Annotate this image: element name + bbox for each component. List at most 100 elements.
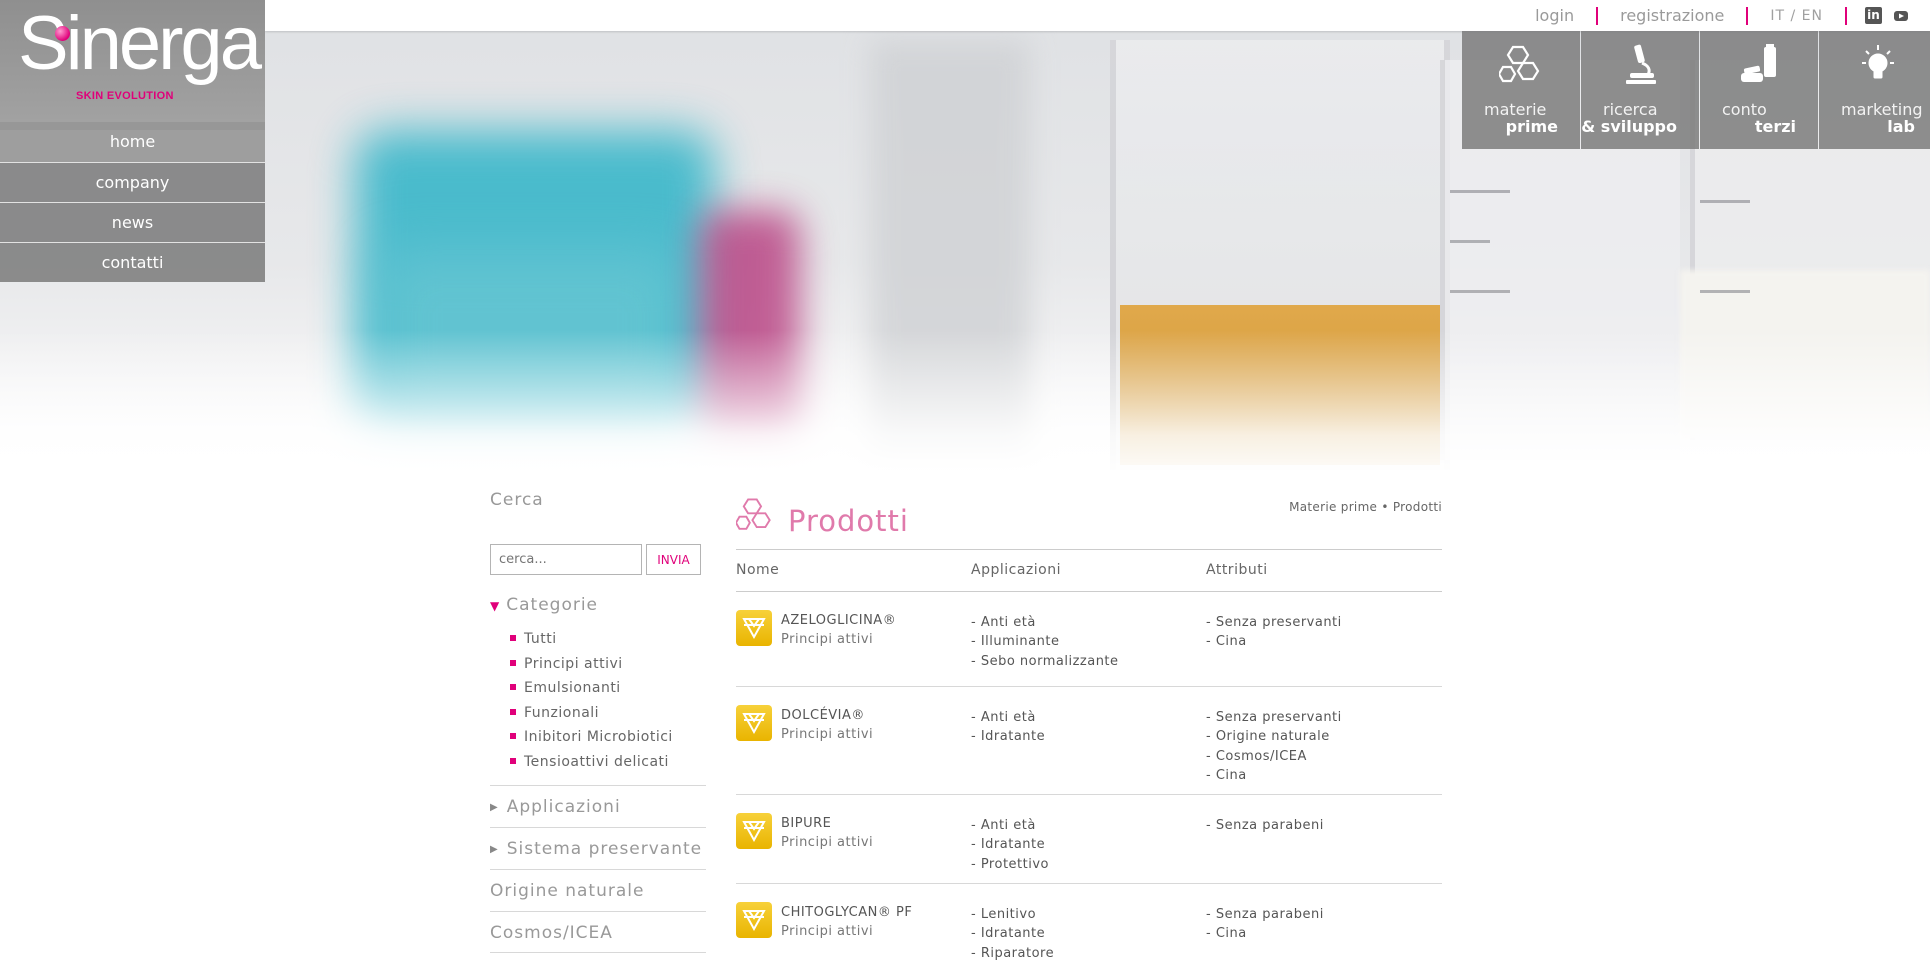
product-attributes: - Senza parabeni — [1206, 816, 1324, 835]
table-row[interactable]: BIPURE Principi attivi - Anti età - Idra… — [736, 795, 1442, 884]
logo-dot — [55, 26, 70, 41]
category-item[interactable]: Tensioattivi delicati — [510, 754, 673, 779]
section-ricerca-sviluppo[interactable]: ricerca & sviluppo — [1581, 31, 1699, 149]
table-row[interactable]: DOLCÉVIA® Principi attivi - Anti età - I… — [736, 687, 1442, 795]
product-applications: - Lenitivo - Idratante - Riparatore — [971, 905, 1054, 960]
product-category: Principi attivi — [781, 835, 874, 850]
product-category: Principi attivi — [781, 924, 874, 939]
product-name[interactable]: CHITOGLYCAN® PF — [781, 905, 912, 920]
category-label: Inibitori Microbiotici — [524, 729, 673, 745]
bullet-icon — [510, 708, 516, 715]
nav-home[interactable]: home — [0, 122, 265, 162]
section-materie-prime[interactable]: materie prime — [1462, 31, 1580, 149]
page-title: Prodotti — [736, 492, 909, 538]
product-applications: - Anti età - Illuminante - Sebo normaliz… — [971, 613, 1119, 671]
product-name[interactable]: DOLCÉVIA® — [781, 708, 865, 723]
login-link[interactable]: login — [1513, 6, 1596, 25]
section-label-2: lab — [1887, 117, 1915, 136]
product-applications: - Anti età - Idratante - Protettivo — [971, 816, 1049, 874]
bullet-icon — [510, 757, 516, 764]
search-title: Cerca — [490, 490, 544, 510]
category-item[interactable]: Tutti — [510, 631, 673, 656]
attribute-item: - Senza preservanti — [1206, 710, 1342, 725]
filter-label: Sistema preservante — [506, 839, 703, 859]
nav-contatti[interactable]: contatti — [0, 242, 265, 282]
categories-heading[interactable]: ▼ Categorie — [490, 595, 598, 615]
filter-label: Applicazioni — [506, 797, 621, 817]
section-label-2: & sviluppo — [1581, 117, 1677, 136]
section-marketing-lab[interactable]: marketing lab — [1819, 31, 1930, 149]
application-item: - Protettivo — [971, 856, 1049, 872]
linkedin-icon[interactable]: in — [1865, 7, 1882, 24]
product-attributes: - Senza parabeni - Cina — [1206, 905, 1324, 944]
bullet-icon — [510, 659, 516, 666]
category-label: Tensioattivi delicati — [524, 753, 669, 770]
application-item: - Anti età — [971, 818, 1036, 833]
registration-link[interactable]: registrazione — [1598, 6, 1746, 25]
molecule-icon — [1499, 45, 1540, 83]
application-item: - Idratante — [971, 926, 1046, 942]
main-nav: home company news contatti — [0, 122, 265, 282]
filter-cosmos-icea[interactable]: Cosmos/ICEA — [490, 911, 706, 953]
collapsed-arrow-icon: ▶ — [490, 844, 499, 855]
filter-sistema-preservante[interactable]: ▶ Sistema preservante — [490, 827, 706, 869]
top-bar: login registrazione IT / EN in — [265, 0, 1930, 31]
filter-label: Cosmos/ICEA — [490, 923, 613, 943]
social-links: in — [1847, 7, 1930, 24]
section-label-2: prime — [1505, 117, 1558, 136]
section-label-2: terzi — [1754, 117, 1796, 136]
column-header-nome: Nome — [736, 562, 780, 578]
section-conto-terzi[interactable]: conto terzi — [1700, 31, 1818, 149]
application-item: - Idratante — [971, 729, 1046, 745]
filter-label: Origine naturale — [490, 881, 645, 901]
product-name[interactable]: AZELOGLICINA® — [781, 613, 896, 628]
search-input[interactable] — [490, 544, 642, 575]
application-item: - Lenitivo — [971, 907, 1037, 922]
application-item: - Anti età — [971, 615, 1036, 630]
product-badge-icon — [736, 610, 772, 646]
search-submit-button[interactable]: INVIA — [646, 544, 701, 575]
filter-origine-naturale[interactable]: Origine naturale — [490, 869, 706, 911]
expanded-arrow-icon: ▼ — [490, 599, 501, 613]
category-label: Tutti — [524, 631, 557, 647]
youtube-icon[interactable] — [1894, 8, 1908, 24]
bullet-icon — [510, 733, 516, 739]
language-switch[interactable]: IT / EN — [1748, 8, 1845, 24]
nav-company[interactable]: company — [0, 162, 265, 202]
category-item[interactable]: Principi attivi — [510, 656, 673, 681]
page-title-text: Prodotti — [788, 504, 909, 538]
category-item[interactable]: Emulsionanti — [510, 680, 673, 705]
cosmetic-tube-icon — [1741, 44, 1776, 82]
molecule-icon — [736, 498, 771, 530]
bullet-icon — [510, 635, 516, 641]
logo[interactable]: Sinerga SKIN EVOLUTION — [0, 0, 265, 130]
category-item[interactable]: Inibitori Microbiotici — [510, 729, 673, 754]
product-badge-icon — [736, 705, 772, 741]
application-item: - Riparatore — [971, 945, 1055, 960]
product-attributes: - Senza preservanti - Origine naturale -… — [1206, 708, 1342, 785]
application-item: - Anti età — [971, 710, 1036, 725]
microscope-icon — [1626, 44, 1656, 84]
categories-label: Categorie — [506, 595, 599, 615]
product-badge-icon — [736, 902, 772, 938]
logo-tagline: SKIN EVOLUTION — [76, 90, 174, 102]
category-item[interactable]: Funzionali — [510, 705, 673, 730]
attribute-item: - Senza preservanti — [1206, 615, 1342, 630]
top-links: login registrazione IT / EN in — [1513, 0, 1930, 31]
nav-news[interactable]: news — [0, 202, 265, 242]
category-label: Funzionali — [524, 704, 600, 721]
category-label: Principi attivi — [524, 655, 623, 672]
attribute-item: - Origine naturale — [1206, 729, 1330, 745]
filter-sidebar: Cerca INVIA ▼ Categorie Tutti Principi at… — [490, 490, 706, 953]
table-row[interactable]: AZELOGLICINA® Principi attivi - Anti età… — [736, 592, 1442, 687]
breadcrumb[interactable]: Materie prime • Prodotti — [1289, 500, 1442, 514]
product-name[interactable]: BIPURE — [781, 816, 831, 831]
section-buttons: materie prime ricerca & sviluppo conto t… — [1461, 31, 1930, 149]
column-header-applicazioni: Applicazioni — [971, 562, 1061, 578]
table-row[interactable]: CHITOGLYCAN® PF Principi attivi - Leniti… — [736, 884, 1442, 960]
product-applications: - Anti età - Idratante — [971, 708, 1045, 747]
filter-applicazioni[interactable]: ▶ Applicazioni — [490, 785, 706, 827]
product-badge-icon — [736, 813, 772, 849]
column-header-attributi: Attributi — [1206, 562, 1268, 578]
attribute-item: - Senza parabeni — [1206, 907, 1324, 922]
